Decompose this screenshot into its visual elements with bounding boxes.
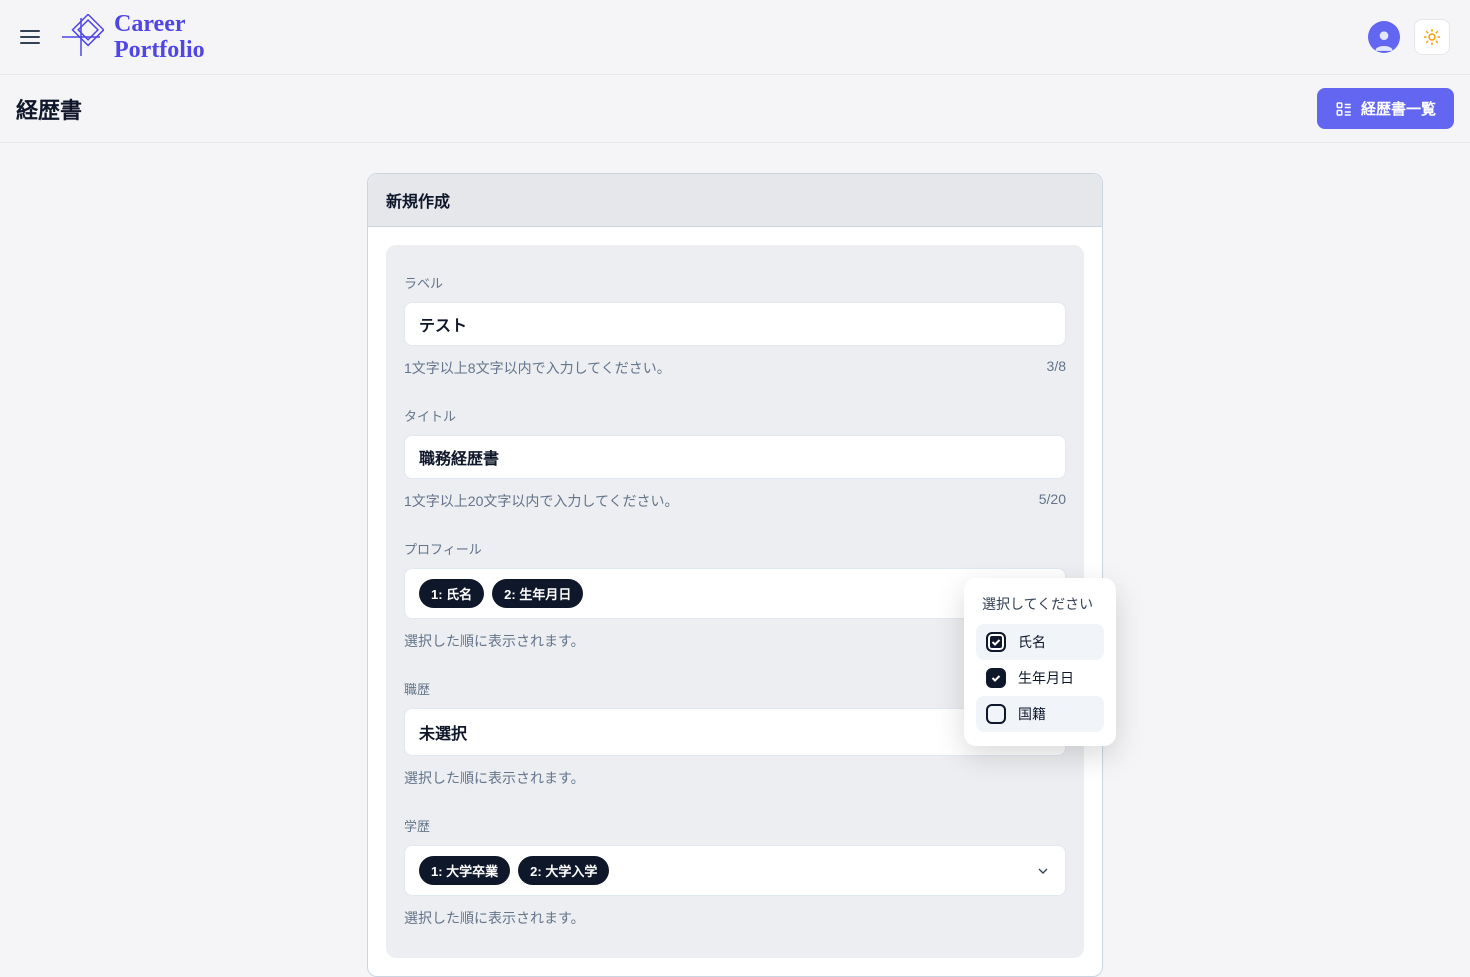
content-area: 新規作成 ラベル 1文字以上8文字以内で入力してください。 3/8 タイトル 1… xyxy=(0,143,1470,977)
title-helper: 1文字以上20文字以内で入力してください。 xyxy=(404,491,679,511)
profile-dropdown-menu: 選択してください 氏名 生年月日 国籍 xyxy=(964,578,1116,746)
logo[interactable]: Career Portfolio xyxy=(58,11,205,64)
education-helper: 選択した順に表示されます。 xyxy=(404,908,1066,928)
work-placeholder: 未選択 xyxy=(419,720,467,744)
title-field-label: タイトル xyxy=(404,406,1066,425)
sun-icon xyxy=(1423,28,1441,46)
dropdown-option-label: 生年月日 xyxy=(1018,668,1074,688)
label-helper: 1文字以上8文字以内で入力してください。 xyxy=(404,358,671,378)
dropdown-title: 選択してください xyxy=(976,592,1104,624)
page-title: 経歴書 xyxy=(16,93,82,125)
checkbox-checked-icon xyxy=(986,632,1006,652)
checkbox-unchecked-icon xyxy=(986,704,1006,724)
list-icon xyxy=(1335,100,1353,118)
page-subheader: 経歴書 経歴書一覧 xyxy=(0,75,1470,143)
checkbox-checked-icon xyxy=(986,668,1006,688)
field-education: 学歴 1: 大学卒業 2: 大学入学 選択した順に表示されます。 xyxy=(404,816,1066,928)
dropdown-option-name[interactable]: 氏名 xyxy=(976,624,1104,660)
education-chip-1: 1: 大学卒業 xyxy=(419,856,510,885)
user-icon xyxy=(1371,27,1397,53)
education-chip-2: 2: 大学入学 xyxy=(518,856,609,885)
form-card: 新規作成 ラベル 1文字以上8文字以内で入力してください。 3/8 タイトル 1… xyxy=(367,173,1103,977)
education-select[interactable]: 1: 大学卒業 2: 大学入学 xyxy=(404,845,1066,896)
field-title: タイトル 1文字以上20文字以内で入力してください。 5/20 xyxy=(404,406,1066,511)
avatar[interactable] xyxy=(1368,21,1400,53)
hamburger-menu-icon[interactable] xyxy=(20,27,40,47)
label-field-label: ラベル xyxy=(404,273,1066,292)
chevron-down-icon xyxy=(1035,863,1051,879)
work-helper: 選択した順に表示されます。 xyxy=(404,768,1066,788)
theme-toggle-button[interactable] xyxy=(1414,19,1450,55)
label-counter: 3/8 xyxy=(1047,358,1066,378)
dropdown-option-label: 氏名 xyxy=(1018,632,1046,652)
title-counter: 5/20 xyxy=(1039,491,1066,511)
logo-text: Career Portfolio xyxy=(114,11,205,64)
dropdown-option-label: 国籍 xyxy=(1018,704,1046,724)
profile-field-label: プロフィール xyxy=(404,539,1066,558)
dropdown-option-nationality[interactable]: 国籍 xyxy=(976,696,1104,732)
education-field-label: 学歴 xyxy=(404,816,1066,835)
logo-icon xyxy=(58,14,104,60)
profile-chip-2: 2: 生年月日 xyxy=(492,579,583,608)
card-header: 新規作成 xyxy=(368,174,1102,227)
resume-list-button[interactable]: 経歴書一覧 xyxy=(1317,88,1454,129)
title-input[interactable] xyxy=(404,435,1066,479)
resume-list-button-label: 経歴書一覧 xyxy=(1361,98,1436,119)
label-input[interactable] xyxy=(404,302,1066,346)
dropdown-option-birthdate[interactable]: 生年月日 xyxy=(976,660,1104,696)
header-right xyxy=(1368,19,1450,55)
profile-chip-1: 1: 氏名 xyxy=(419,579,484,608)
app-header: Career Portfolio xyxy=(0,0,1470,75)
header-left: Career Portfolio xyxy=(20,11,205,64)
field-label: ラベル 1文字以上8文字以内で入力してください。 3/8 xyxy=(404,273,1066,378)
